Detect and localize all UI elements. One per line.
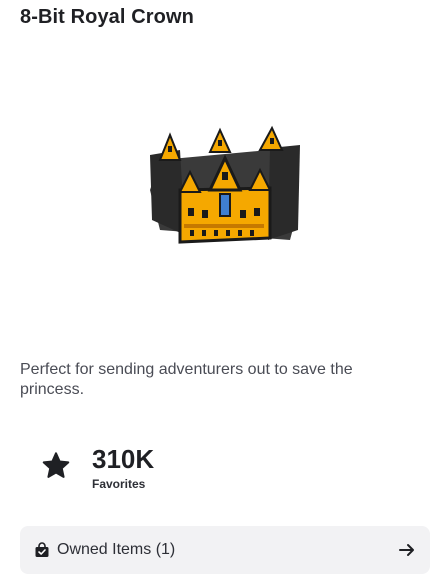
owned-items-label: Owned Items (1) — [57, 541, 176, 558]
item-description: Perfect for sending adventurers out to s… — [20, 361, 353, 398]
item-thumbnail — [140, 120, 310, 260]
star-icon[interactable] — [38, 448, 74, 484]
favorites-count: 310K — [92, 444, 155, 474]
pixel-crown-image — [150, 125, 300, 244]
favorites-label: Favorites — [92, 477, 146, 491]
arrow-right-icon — [398, 541, 416, 559]
item-title: 8-Bit Royal Crown — [20, 6, 194, 28]
owned-items-button[interactable]: Owned Items (1) — [20, 526, 430, 574]
shopping-bag-check-icon — [34, 542, 50, 558]
